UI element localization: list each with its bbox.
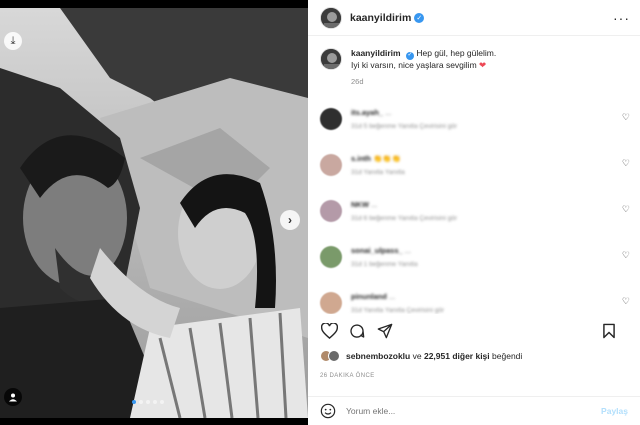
post-modal: ⤓ › kaanyildirim ✓ ··· kaanyildirim ✓ He… (0, 0, 640, 425)
comment-text: ... (371, 199, 378, 209)
post-photo[interactable]: ⤓ › (0, 8, 308, 418)
comment-avatar[interactable] (320, 153, 342, 176)
caption-username[interactable]: kaanyildirim (351, 48, 401, 58)
author-username[interactable]: kaanyildirim (350, 12, 411, 24)
comment-username[interactable]: sonai_ulpass_ (351, 246, 403, 255)
post-side-panel: kaanyildirim ✓ ··· kaanyildirim ✓ Hep gü… (308, 0, 640, 425)
comment-meta: 31d 6 beğenme Yanıtla Çevirisini gör (351, 214, 457, 222)
next-photo-button[interactable]: › (280, 210, 300, 230)
comment-item: pinunland ... 31d Yanıtla Yanıtla Çeviri… (308, 291, 640, 314)
post-comment-button[interactable]: Paylaş (601, 406, 628, 416)
comment-bubble-icon[interactable] (348, 322, 366, 340)
comment-username[interactable]: its.ayah_ (351, 108, 383, 117)
liker-avatars (320, 350, 340, 362)
likes-suffix: beğendi (492, 351, 523, 361)
post-caption: kaanyildirim ✓ Hep gül, hep gülelim. Iyi… (308, 36, 640, 88)
comment-avatar[interactable] (320, 291, 342, 314)
caption-verified-icon: ✓ (405, 51, 414, 60)
post-actions-bar (320, 320, 628, 342)
comment-meta: 31d 1 beğenme Yanıtla (351, 260, 418, 268)
save-bookmark-icon[interactable] (600, 322, 618, 340)
comment-item: s.inth 👏👏👏 31d Yanıtla Yanıtla ♡ (308, 153, 640, 190)
comment-item: NKW ... 31d 6 beğenme Yanıtla Çevirisini… (308, 199, 640, 236)
caption-line-1: Hep gül, hep gülelim. (416, 48, 497, 58)
like-comment-heart-icon[interactable]: ♡ (622, 112, 630, 123)
post-timestamp: 26 DAKIKA ÖNCE (320, 373, 375, 379)
like-comment-heart-icon[interactable]: ♡ (622, 250, 630, 261)
comment-username[interactable]: s.inth (351, 154, 371, 163)
verified-badge-icon: ✓ (414, 12, 425, 23)
comment-item: sonai_ulpass_ ... 31d 1 beğenme Yanıtla … (308, 245, 640, 282)
comment-avatar[interactable] (320, 199, 342, 222)
add-comment-bar: Paylaş (308, 396, 640, 425)
like-comment-heart-icon[interactable]: ♡ (622, 296, 630, 307)
like-comment-heart-icon[interactable]: ♡ (622, 158, 630, 169)
comment-item: its.ayah_ ... 31d 5 beğenme Yanıtla Çevi… (308, 107, 640, 144)
red-heart-emoji: ❤ (479, 59, 487, 70)
likes-summary[interactable]: sebnembozoklu ve 22,951 diğer kişi beğen… (320, 350, 522, 362)
like-comment-heart-icon[interactable]: ♡ (622, 204, 630, 215)
comment-text: 👏👏👏 (373, 153, 402, 163)
comment-input[interactable] (346, 406, 566, 416)
download-icon[interactable]: ⤓ (4, 32, 22, 50)
comment-username[interactable]: pinunland (351, 292, 387, 301)
comment-text: ... (388, 291, 396, 301)
comment-text: ... (385, 107, 392, 117)
comment-username[interactable]: NKW (351, 200, 369, 209)
post-header: kaanyildirim ✓ ··· (308, 0, 640, 36)
tagged-user-icon[interactable] (4, 388, 22, 406)
other-likers-count[interactable]: 22,951 diğer kişi (424, 351, 490, 361)
author-avatar[interactable] (320, 6, 342, 29)
comment-meta: 31d Yanıtla Yanıtla (351, 168, 405, 176)
caption-time: 26d (351, 77, 364, 87)
comment-meta: 31d Yanıtla Yanıtla Çevirisini gör (351, 306, 445, 314)
like-heart-icon[interactable] (320, 322, 338, 340)
comment-avatar[interactable] (320, 107, 342, 130)
comment-avatar[interactable] (320, 245, 342, 268)
more-options-icon[interactable]: ··· (613, 10, 630, 26)
caption-avatar[interactable] (320, 48, 342, 70)
emoji-smiley-icon[interactable] (320, 403, 336, 419)
likes-connector: ve (412, 351, 422, 361)
comment-text: ... (404, 245, 412, 255)
comments-list[interactable]: kaanyildirim ✓ Hep gül, hep gülelim. Iyi… (308, 36, 640, 314)
caption-line-2: Iyi ki varsın, nice yaşlara sevgilim (351, 59, 477, 70)
carousel-indicator (132, 400, 164, 404)
photo-image (0, 8, 308, 418)
share-paper-plane-icon[interactable] (376, 322, 394, 340)
comment-meta: 31d 5 beğenme Yanıtla Çevirisini gör (351, 122, 457, 130)
first-liker-username[interactable]: sebnembozoklu (346, 351, 410, 361)
